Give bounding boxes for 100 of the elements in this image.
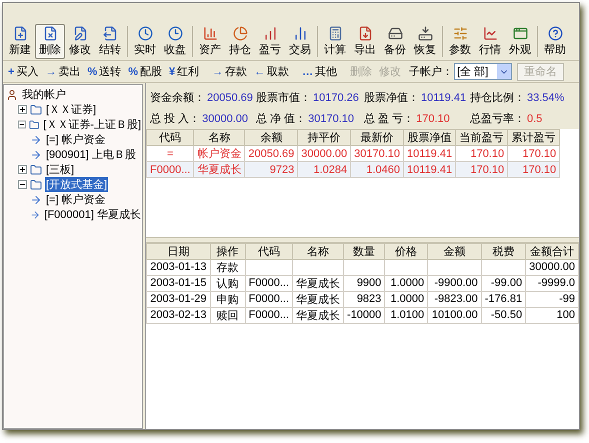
window-icon bbox=[512, 26, 528, 41]
table-cell: -99 bbox=[526, 291, 578, 308]
toolbar-button[interactable]: 删除 bbox=[35, 24, 65, 59]
column-header[interactable]: 金额合计 bbox=[526, 243, 578, 260]
toolbar-button[interactable]: 新建 bbox=[5, 24, 35, 59]
toolbar-button[interactable]: 收盘 bbox=[160, 24, 190, 59]
table-cell: = bbox=[146, 146, 194, 162]
toolbar-button[interactable]: 参数 bbox=[445, 24, 475, 59]
tree-item[interactable]: [三板] bbox=[45, 162, 76, 177]
tree-item[interactable]: [ＸＸ证券-上证Ｂ股] bbox=[42, 117, 142, 132]
column-header[interactable]: 金额 bbox=[428, 243, 482, 260]
table-cell: 申购 bbox=[210, 291, 246, 308]
file-edit-icon bbox=[72, 26, 88, 41]
drive-icon bbox=[388, 26, 402, 41]
sub-account-dropdown[interactable]: [全 部] bbox=[454, 63, 512, 80]
table-cell: 10100.00 bbox=[428, 307, 482, 324]
table-cell: 10119.41 bbox=[404, 162, 456, 178]
column-header[interactable]: 名称 bbox=[292, 243, 344, 260]
column-header[interactable]: 价格 bbox=[384, 243, 428, 260]
table-cell: 2003-01-13 bbox=[146, 259, 210, 276]
action-button[interactable]: → 卖出 bbox=[42, 62, 84, 80]
table-cell: -9999.0 bbox=[526, 275, 578, 292]
action-button[interactable]: ¥ 红利 bbox=[166, 62, 202, 80]
toolbar-button[interactable]: 导出 bbox=[350, 24, 380, 59]
file-remove-icon bbox=[42, 26, 58, 41]
expand-icon[interactable] bbox=[18, 105, 27, 114]
table-cell: 1.0000 bbox=[384, 291, 428, 308]
tree-item[interactable]: [ＸＸ证券] bbox=[45, 102, 98, 117]
table-cell: 170.10 bbox=[456, 146, 508, 162]
summary-label: 资金余额： bbox=[150, 92, 205, 104]
arrow-icon bbox=[30, 148, 42, 160]
column-header[interactable]: 股票净值 bbox=[404, 130, 456, 146]
table-cell: 1.0100 bbox=[384, 307, 428, 324]
toolbar-button[interactable]: 外观 bbox=[505, 24, 535, 59]
arrow-icon bbox=[30, 134, 42, 146]
table-cell: 华夏成长 bbox=[292, 291, 344, 308]
column-header[interactable]: 操作 bbox=[210, 243, 246, 260]
tree-item[interactable]: [=] 帐户资金 bbox=[45, 192, 107, 207]
column-header[interactable]: 代码 bbox=[245, 243, 293, 260]
toolbar-button[interactable]: 实时 bbox=[130, 24, 160, 59]
bar-chart-icon bbox=[292, 26, 308, 41]
action-button[interactable]: ← 取款 bbox=[251, 62, 292, 80]
file-plus-icon bbox=[12, 26, 28, 41]
toolbar-button[interactable]: 恢复 bbox=[410, 24, 440, 59]
table-cell: 2003-02-13 bbox=[146, 307, 210, 324]
toolbar-button[interactable]: 帮助 bbox=[540, 24, 570, 59]
sliders-icon bbox=[452, 26, 468, 41]
tree-item[interactable]: [F000001] 华夏成长 bbox=[43, 207, 142, 222]
tree-item[interactable]: [=] 帐户资金 bbox=[45, 132, 107, 147]
bar-chart-icon bbox=[262, 26, 278, 41]
expand-icon[interactable] bbox=[18, 165, 27, 174]
line-chart-icon bbox=[482, 26, 498, 41]
toolbar-button[interactable]: 备份 bbox=[380, 24, 410, 59]
action-button[interactable]: % 配股 bbox=[125, 62, 165, 80]
column-header[interactable]: 最新价 bbox=[350, 130, 404, 146]
column-header[interactable]: 数量 bbox=[344, 243, 385, 260]
column-header[interactable]: 累计盈亏 bbox=[508, 130, 560, 146]
table-cell: 30000.00 bbox=[298, 146, 351, 162]
summary-value: 0.5 bbox=[527, 113, 542, 125]
table-cell: 9823 bbox=[344, 291, 385, 308]
toolbar-button[interactable]: 资产 bbox=[195, 24, 225, 59]
folder-icon bbox=[30, 104, 42, 116]
toolbar-button[interactable]: 行情 bbox=[475, 24, 505, 59]
toolbar-button[interactable]: 计算 bbox=[320, 24, 350, 59]
summary-value: 170.10 bbox=[416, 113, 450, 125]
column-header[interactable]: 余额 bbox=[244, 130, 298, 146]
column-header[interactable]: 名称 bbox=[194, 130, 245, 146]
action-button[interactable]: + 买入 bbox=[5, 62, 42, 80]
column-header[interactable]: 代码 bbox=[146, 130, 194, 146]
collapse-icon[interactable] bbox=[18, 180, 27, 189]
clock-icon bbox=[138, 26, 152, 41]
summary-value: 20050.69 bbox=[207, 92, 253, 104]
table-cell: -9823.00 bbox=[428, 291, 482, 308]
table-cell: F0000... bbox=[245, 291, 293, 308]
pie-chart-icon bbox=[232, 26, 248, 41]
column-header[interactable]: 税费 bbox=[481, 243, 526, 260]
help-icon bbox=[548, 26, 562, 41]
action-button[interactable]: … 其他 bbox=[299, 62, 340, 80]
toolbar-button[interactable]: 持仓 bbox=[225, 24, 255, 59]
collapse-icon[interactable] bbox=[18, 120, 26, 129]
tree-item[interactable]: 我的帐户 bbox=[21, 87, 67, 102]
table-cell: 存款 bbox=[210, 259, 246, 276]
file-download-icon bbox=[358, 26, 372, 41]
summary-label: 总 盈 亏： bbox=[364, 113, 414, 125]
action-button[interactable]: % 送转 bbox=[84, 62, 124, 80]
toolbar-button[interactable]: 交易 bbox=[285, 24, 315, 59]
table-cell: -9900.00 bbox=[428, 275, 482, 292]
toolbar-button[interactable]: 修改 bbox=[65, 24, 95, 59]
column-header[interactable]: 日期 bbox=[146, 243, 210, 260]
tree-item[interactable]: [900901] 上电Ｂ股 bbox=[45, 147, 137, 162]
folder-icon bbox=[30, 178, 42, 190]
tree-item[interactable]: [开放式基金] bbox=[45, 177, 108, 192]
toolbar-button[interactable]: 结转 bbox=[95, 24, 125, 59]
table-cell: 1.0284 bbox=[298, 162, 351, 178]
action-button[interactable]: → 存款 bbox=[209, 62, 250, 80]
column-header[interactable]: 当前盈亏 bbox=[456, 130, 508, 146]
toolbar-button[interactable]: 盈亏 bbox=[255, 24, 285, 59]
table-cell: 1.0460 bbox=[350, 162, 404, 178]
file-output-icon bbox=[102, 26, 118, 41]
column-header[interactable]: 持平价 bbox=[298, 130, 351, 146]
